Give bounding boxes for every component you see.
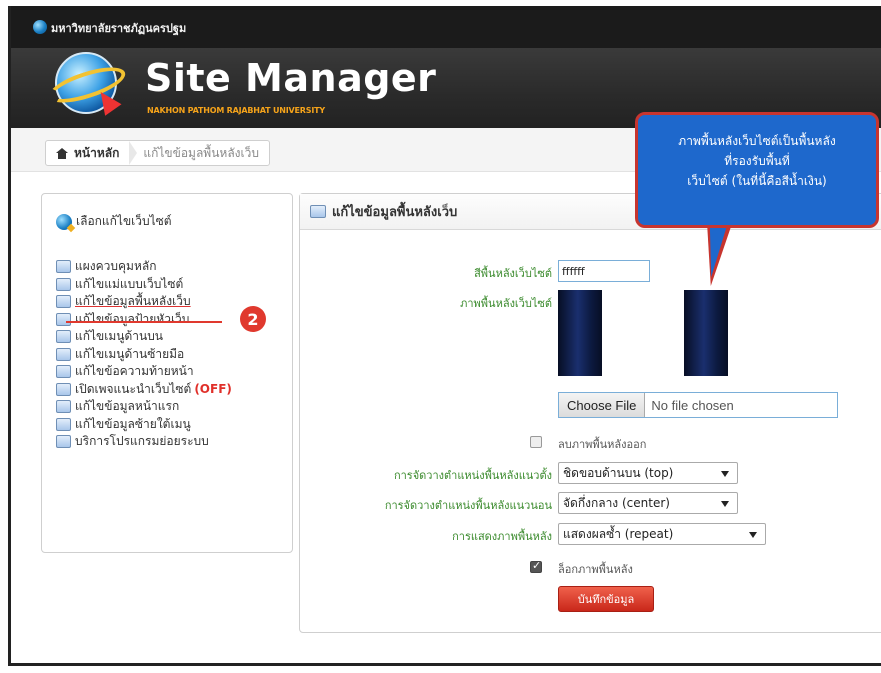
choose-file-button[interactable]: Choose File — [559, 393, 646, 417]
highlight-underline — [66, 321, 222, 323]
banner-icon — [56, 312, 71, 326]
under-menu-icon — [56, 417, 71, 431]
home-icon — [56, 147, 68, 159]
breadcrumb-home-link[interactable]: หน้าหลัก — [46, 141, 129, 165]
background-settings-panel: แก้ไขข้อมูลพื้นหลังเว็บ สีพื้นหลังเว็บไซ… — [299, 193, 881, 633]
sidebar: เลือกแก้ไขเว็บไซต์ แผงควบคุมหลัก แก้ไขแม… — [41, 193, 293, 553]
template-icon — [56, 277, 71, 291]
bg-color-input[interactable] — [558, 260, 650, 282]
lock-image-label: ล็อกภาพพื้นหลัง — [558, 563, 633, 576]
step-badge: 2 — [240, 306, 266, 332]
sidebar-item-banner[interactable]: แก้ไขข้อมูลป้ายหัวเว็บ — [56, 311, 232, 329]
bg-image-preview — [558, 290, 728, 376]
remove-image-label: ลบภาพพื้นหลังออก — [558, 438, 647, 451]
horizontal-position-value: จัดกึ่งกลาง (center) — [563, 495, 670, 510]
vertical-position-select[interactable]: ชิดขอบด้านบน (top) — [558, 462, 738, 484]
display-select[interactable]: แสดงผลซ้ำ (repeat) — [558, 523, 766, 545]
sidebar-item-template[interactable]: แก้ไขแม่แบบเว็บไซต์ — [56, 276, 232, 294]
sidebar-item-under-menu[interactable]: แก้ไขข้อมูลซ้ายใต้เมนู — [56, 416, 232, 434]
background-icon — [56, 295, 71, 309]
chevron-down-icon — [721, 501, 729, 507]
save-button[interactable]: บันทึกข้อมูล — [558, 586, 654, 612]
horizontal-position-select[interactable]: จัดกึ่งกลาง (center) — [558, 492, 738, 514]
globe-icon — [33, 20, 47, 34]
panel-title: แก้ไขข้อมูลพื้นหลังเว็บ — [332, 205, 458, 220]
home-page-icon — [56, 400, 71, 414]
bg-tile — [684, 290, 728, 376]
sidebar-item-subprograms[interactable]: บริการโปรแกรมย่อยระบบ — [56, 433, 232, 451]
remove-image-checkbox[interactable] — [530, 436, 542, 448]
top-menu-icon — [56, 330, 71, 344]
chevron-down-icon — [749, 532, 757, 538]
sidebar-item-intro-page[interactable]: เปิดเพจแนะนำเว็บไซต์ (OFF) — [56, 381, 232, 399]
sidebar-item-top-menu[interactable]: แก้ไขเมนูด้านบน — [56, 328, 232, 346]
status-badge: (OFF) — [194, 382, 232, 397]
sidebar-item-label: แก้ไขข้อมูลหน้าแรก — [75, 399, 180, 414]
sidebar-item-label: แก้ไขเมนูด้านซ้ายมือ — [75, 346, 185, 361]
left-menu-icon — [56, 347, 71, 361]
file-status: No file chosen — [651, 397, 734, 413]
sidebar-item-label: แก้ไขข้อมูลป้ายหัวเว็บ — [75, 311, 190, 326]
callout-line: เว็บไซต์ (ในที่นี้คือสีน้ำเงิน) — [687, 174, 827, 188]
vertical-position-value: ชิดขอบด้านบน (top) — [563, 465, 674, 480]
bg-image-label: ภาพพื้นหลังเว็บไซต์ — [460, 297, 552, 310]
vertical-position-label: การจัดวางตำแหน่งพื้นหลังแนวตั้ง — [393, 469, 552, 482]
sidebar-item-home-page[interactable]: แก้ไขข้อมูลหน้าแรก — [56, 398, 232, 416]
breadcrumb-separator — [129, 141, 138, 165]
sidebar-item-label: เปิดเพจแนะนำเว็บไซต์ — [75, 381, 192, 396]
footer-icon — [56, 365, 71, 379]
sidebar-item-control-panel[interactable]: แผงควบคุมหลัก — [56, 258, 232, 276]
sidebar-header: เลือกแก้ไขเว็บไซต์ — [56, 212, 172, 231]
sidebar-menu: แผงควบคุมหลัก แก้ไขแม่แบบเว็บไซต์ แก้ไขข… — [56, 258, 232, 451]
callout-line: ที่รองรับพื้นที่ — [724, 154, 790, 168]
sidebar-item-label: แผงควบคุมหลัก — [75, 259, 157, 274]
intro-page-icon — [56, 382, 71, 396]
bg-tile — [558, 290, 602, 376]
app-window: มหาวิทยาลัยราชภัฏนครปฐม Site Manager NAK… — [8, 6, 881, 666]
lock-image-checkbox[interactable] — [530, 559, 542, 573]
display-value: แสดงผลซ้ำ (repeat) — [563, 526, 674, 541]
sidebar-item-label: แก้ไขข้อมูลพื้นหลังเว็บ — [75, 294, 191, 309]
sidebar-item-background[interactable]: แก้ไขข้อมูลพื้นหลังเว็บ — [56, 293, 232, 311]
breadcrumb: หน้าหลัก แก้ไขข้อมูลพื้นหลังเว็บ — [45, 140, 270, 166]
sidebar-item-footer-text[interactable]: แก้ไขข้อความท้ายหน้า — [56, 363, 232, 381]
dashboard-icon — [56, 260, 71, 274]
subprograms-icon — [56, 435, 71, 449]
display-label: การแสดงภาพพื้นหลัง — [452, 530, 552, 543]
sidebar-item-label: แก้ไขเมนูด้านบน — [75, 329, 164, 344]
brand-title: Site Manager — [145, 56, 437, 100]
university-name: มหาวิทยาลัยราชภัฏนครปฐม — [51, 22, 187, 35]
annotation-callout: ภาพพื้นหลังเว็บไซต์เป็นพื้นหลัง ที่รองรั… — [635, 112, 879, 228]
background-icon — [310, 205, 326, 218]
sidebar-item-left-menu[interactable]: แก้ไขเมนูด้านซ้ายมือ — [56, 346, 232, 364]
file-input[interactable]: Choose File No file chosen — [558, 392, 838, 418]
sidebar-item-label: แก้ไขแม่แบบเว็บไซต์ — [75, 276, 184, 291]
horizontal-position-label: การจัดวางตำแหน่งพื้นหลังแนวนอน — [384, 499, 552, 512]
website-edit-icon — [56, 213, 72, 230]
brand-subtitle: NAKHON PATHOM RAJABHAT UNIVERSITY — [147, 106, 325, 115]
breadcrumb-current: แก้ไขข้อมูลพื้นหลังเว็บ — [143, 145, 259, 160]
chevron-down-icon — [721, 471, 729, 477]
sidebar-header-label: เลือกแก้ไขเว็บไซต์ — [76, 214, 172, 228]
sidebar-item-label: บริการโปรแกรมย่อยระบบ — [75, 434, 209, 449]
breadcrumb-home-label: หน้าหลัก — [74, 145, 120, 160]
top-bar: มหาวิทยาลัยราชภัฏนครปฐม — [11, 6, 881, 48]
sidebar-item-label: แก้ไขข้อมูลซ้ายใต้เมนู — [75, 416, 191, 431]
bg-color-label: สีพื้นหลังเว็บไซต์ — [474, 267, 552, 280]
callout-line: ภาพพื้นหลังเว็บไซต์เป็นพื้นหลัง — [678, 134, 836, 148]
sidebar-item-label: แก้ไขข้อความท้ายหน้า — [75, 364, 194, 379]
